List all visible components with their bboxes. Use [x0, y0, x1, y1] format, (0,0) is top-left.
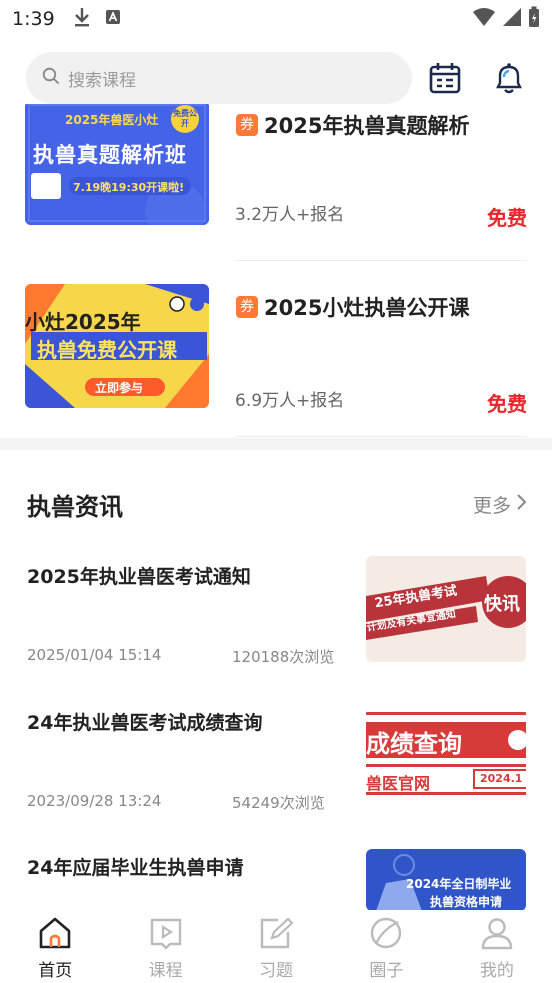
status-time: 1:39: [12, 8, 55, 30]
status-bar: 1:39: [0, 0, 552, 38]
battery-icon: [528, 6, 540, 32]
thumb-date: 2024.1: [480, 772, 523, 785]
course-title-row: 券 2025小灶执兽公开课: [236, 292, 469, 322]
news-thumbnail: 成绩查询 兽医官网 2024.1: [366, 708, 526, 802]
news-title: 24年应届毕业生执兽申请: [27, 857, 244, 879]
exercise-icon: [258, 916, 294, 954]
news-title: 2025年执业兽医考试通知: [27, 566, 251, 588]
bell-icon[interactable]: [492, 61, 526, 95]
course-price: 免费: [487, 392, 527, 416]
course-signups: 6.9万人+报名: [235, 391, 345, 411]
news-views: 54249次浏览: [232, 794, 325, 812]
course-price: 免费: [487, 206, 527, 230]
tab-label: 首页: [38, 961, 73, 981]
course-card[interactable]: 小灶2025年 执兽免费公开课 立即参与 券 2025小灶执兽公开课 6.9万人…: [0, 270, 552, 438]
divider: [236, 260, 527, 261]
thumb-line3: 7.19晚19:30开课啦!: [73, 181, 185, 194]
thumb-line2: 执兽真题解析班: [33, 143, 187, 167]
tab-courses[interactable]: 课程: [110, 910, 220, 983]
thumb-line1: 2025年兽医小灶: [65, 113, 159, 127]
search-icon: [42, 67, 60, 89]
wifi-icon: [472, 7, 496, 31]
news-thumbnail: 2024年全日制毕业 执兽资格申请: [366, 849, 526, 911]
thumb-button: 立即参与: [95, 381, 144, 395]
course-thumbnail: 小灶2025年 执兽免费公开课 立即参与: [25, 284, 209, 408]
thumb-line1: 2024年全日制毕业: [406, 877, 512, 891]
tab-community[interactable]: 圈子: [331, 910, 441, 983]
search-row: 搜索课程: [26, 52, 532, 104]
news-views: 120188次浏览: [232, 648, 335, 666]
tab-label: 我的: [479, 961, 514, 981]
chevron-right-icon: [515, 493, 527, 516]
tab-home[interactable]: 首页: [0, 910, 110, 983]
more-link[interactable]: 更多: [473, 491, 527, 518]
thumb-line2: 执兽资格申请: [430, 895, 503, 909]
news-item[interactable]: 24年执业兽医考试成绩查询 2023/09/28 13:24 54249次浏览 …: [0, 708, 552, 818]
thumb-badge: 免费公开: [173, 109, 197, 128]
news-item[interactable]: 2025年执业兽医考试通知 2025/01/04 15:14 120188次浏览…: [0, 556, 552, 672]
more-label: 更多: [472, 494, 511, 517]
search-input[interactable]: 搜索课程: [26, 52, 412, 104]
tab-profile[interactable]: 我的: [442, 910, 552, 983]
thumb-line1: 成绩查询: [366, 730, 462, 758]
coupon-badge: 券: [236, 114, 258, 136]
search-placeholder: 搜索课程: [68, 70, 136, 91]
section-title: 执兽资讯: [27, 492, 123, 521]
tab-exercises[interactable]: 习题: [221, 910, 331, 983]
news-date: 2025/01/04 15:14: [27, 646, 162, 664]
app-notification-icon: [105, 9, 121, 29]
thumb-line2: 兽医官网: [366, 774, 431, 793]
tab-label: 课程: [148, 961, 183, 981]
thumb-line1: 小灶2025年: [25, 310, 141, 334]
course-thumbnail: 2025年兽医小灶 免费公开 执兽真题解析班 7.19晚19:30开课啦!: [25, 104, 209, 225]
course-list: 2025年兽医小灶 免费公开 执兽真题解析班 7.19晚19:30开课啦! 券 …: [0, 104, 552, 438]
news-section-header: 执兽资讯 更多: [27, 484, 527, 524]
divider: [236, 436, 527, 437]
course-icon: [148, 916, 184, 954]
tab-label: 圈子: [369, 961, 404, 981]
thumb-badge: 快讯: [484, 594, 520, 615]
bottom-tab-bar: 首页 课程 习题 圈子 我的: [0, 910, 552, 983]
home-icon: [37, 916, 73, 954]
section-separator: [0, 438, 552, 450]
news-title: 24年执业兽医考试成绩查询: [27, 712, 263, 734]
news-date: 2023/09/28 13:24: [27, 792, 162, 810]
course-title-row: 券 2025年执兽真题解析: [236, 110, 469, 140]
profile-icon: [479, 916, 515, 954]
thumb-line2: 执兽免费公开课: [37, 338, 177, 362]
coupon-badge: 券: [236, 296, 258, 318]
download-icon: [73, 7, 91, 31]
circle-icon: [368, 916, 404, 954]
course-signups: 3.2万人+报名: [235, 205, 345, 225]
signal-icon: [502, 7, 522, 31]
tab-label: 习题: [259, 961, 294, 981]
course-title: 2025年执兽真题解析: [264, 114, 470, 138]
calendar-icon[interactable]: [428, 61, 462, 95]
course-title: 2025小灶执兽公开课: [264, 296, 470, 320]
news-thumbnail: 25年执兽考试 计划及有关事宜通知 快讯: [366, 556, 526, 662]
course-card[interactable]: 2025年兽医小灶 免费公开 执兽真题解析班 7.19晚19:30开课啦! 券 …: [0, 104, 552, 264]
